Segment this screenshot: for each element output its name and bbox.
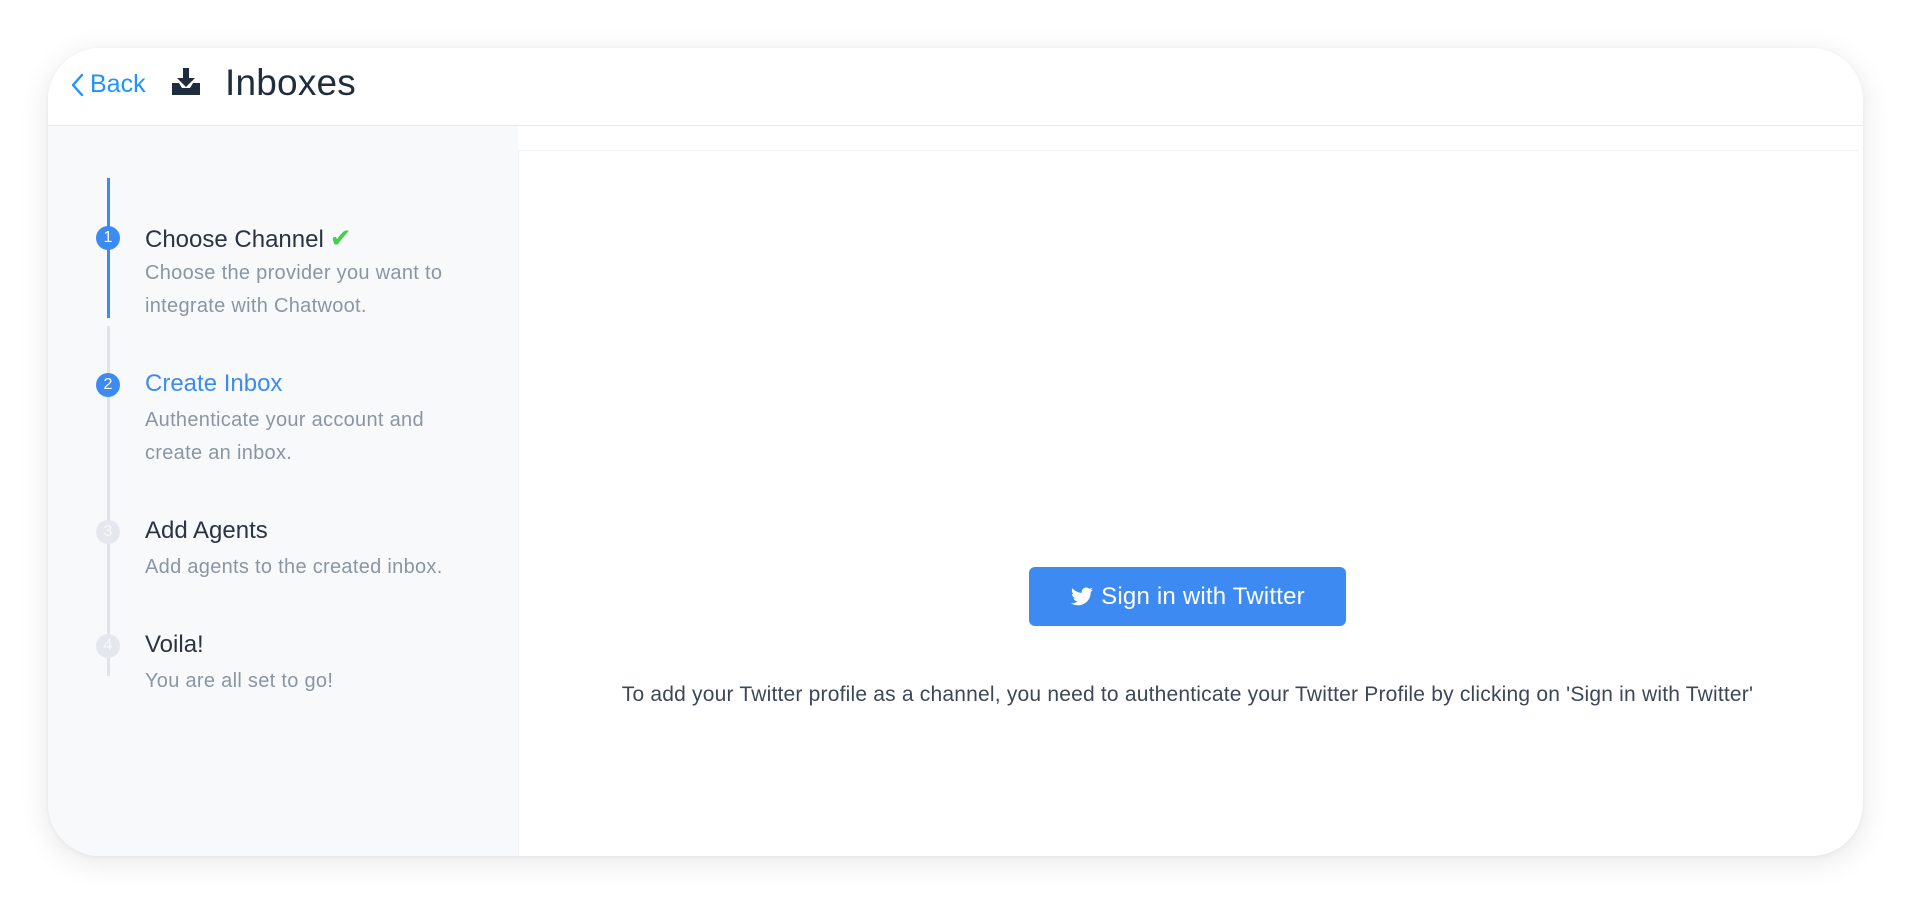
sign-in-with-twitter-button[interactable]: Sign in with Twitter — [1029, 567, 1346, 626]
inbox-download-icon — [172, 68, 200, 95]
step-number: 4 — [96, 634, 120, 658]
step-label: Create Inbox — [145, 370, 283, 397]
step-description: Choose the provider you want to integrat… — [145, 262, 443, 317]
step-description: You are all set to go! — [145, 670, 334, 692]
twitter-auth-help-text: To add your Twitter profile as a channel… — [621, 683, 1754, 706]
twitter-button-label: Sign in with Twitter — [1101, 582, 1305, 610]
page-header: Back Inboxes — [48, 48, 1863, 126]
app-window: Back Inboxes 1 Choose Channel ✔ Choose th… — [48, 48, 1863, 856]
step-number: 2 — [96, 373, 120, 397]
twitter-icon — [1071, 587, 1094, 605]
page-title: Inboxes — [225, 62, 356, 103]
step-label: Choose Channel ✔ — [145, 223, 352, 254]
step-description: Add agents to the created inbox. — [145, 556, 443, 578]
step-description: Authenticate your account and create an … — [145, 409, 424, 464]
step-number: 1 — [96, 226, 120, 250]
checkmark-icon: ✔ — [329, 223, 352, 253]
chevron-left-icon — [71, 73, 84, 96]
step-number: 3 — [96, 520, 120, 544]
main-content-panel — [518, 150, 1859, 856]
wizard-steps-sidebar: 1 Choose Channel ✔ Choose the provider yo… — [48, 126, 518, 856]
step-label: Add Agents — [145, 517, 268, 544]
step-label: Voila! — [145, 631, 204, 658]
back-label: Back — [90, 70, 146, 98]
step-label-text: Choose Channel — [145, 226, 324, 253]
back-button[interactable]: Back — [70, 70, 146, 99]
